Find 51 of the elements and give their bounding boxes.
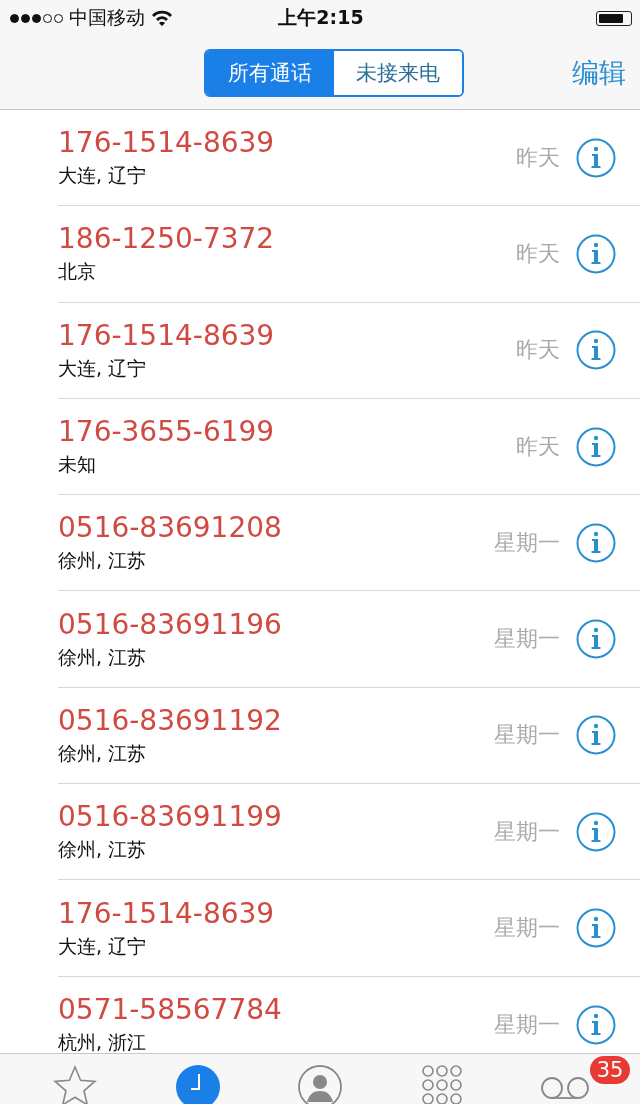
call-location: 大连, 辽宁 (58, 163, 148, 189)
wifi-icon (151, 9, 173, 27)
info-button[interactable] (576, 330, 616, 371)
call-date: 星期一 (494, 1010, 560, 1039)
phone-number: 176-3655-6199 (58, 415, 276, 449)
call-location: 大连, 辽宁 (58, 355, 148, 381)
call-location: 徐州, 江苏 (58, 740, 148, 766)
person-icon[interactable] (296, 1064, 343, 1104)
call-location: 杭州, 浙江 (58, 1030, 148, 1053)
phone-number: 176-1514-8639 (58, 896, 276, 930)
info-button[interactable] (576, 715, 616, 756)
phone-number: 0516-83691208 (58, 511, 283, 545)
call-date: 昨天 (516, 239, 560, 268)
battery-icon (596, 10, 632, 26)
carrier-name: 中国移动 (69, 5, 145, 30)
status-time: 上午2:15 (278, 5, 364, 30)
info-button[interactable] (576, 908, 616, 948)
call-date: 星期一 (494, 625, 560, 654)
info-button[interactable] (576, 137, 616, 178)
clock-icon[interactable] (174, 1064, 221, 1104)
call-date: 星期一 (494, 914, 560, 942)
info-button[interactable] (576, 233, 616, 274)
info-button[interactable] (576, 1004, 616, 1045)
count-badge: 35 (589, 1056, 631, 1084)
call-date: 星期一 (494, 721, 560, 750)
phone-number: 0516-83691192 (58, 703, 283, 737)
call-date: 昨天 (516, 432, 560, 461)
call-location: 徐州, 江苏 (58, 644, 148, 670)
call-location: 北京 (58, 259, 97, 285)
call-date: 昨天 (516, 143, 560, 172)
phone-number: 0516-83691196 (58, 607, 283, 641)
call-location: 徐州, 江苏 (58, 837, 148, 863)
phone-number: 186-1250-7372 (58, 222, 276, 256)
call-date: 星期一 (494, 528, 560, 557)
phone-number: 0571-58567784 (58, 993, 283, 1027)
info-button[interactable] (576, 619, 616, 660)
info-button[interactable] (576, 426, 616, 467)
segment-tab[interactable]: 所有通话 (206, 50, 334, 95)
info-button[interactable] (576, 522, 616, 563)
call-location: 大连, 辽宁 (58, 933, 148, 959)
call-date: 星期一 (494, 817, 560, 846)
call-location: 未知 (58, 452, 97, 478)
star-icon[interactable] (52, 1064, 99, 1104)
segment-tab[interactable]: 未接来电 (334, 50, 462, 95)
call-location: 徐州, 江苏 (58, 548, 148, 574)
phone-number: 0516-83691199 (58, 800, 283, 834)
info-button[interactable] (576, 811, 616, 852)
call-date: 昨天 (516, 336, 560, 365)
edit-button[interactable]: 编辑 (572, 54, 626, 91)
phone-number: 176-1514-8639 (58, 318, 276, 352)
phone-number: 176-1514-8639 (58, 126, 276, 160)
